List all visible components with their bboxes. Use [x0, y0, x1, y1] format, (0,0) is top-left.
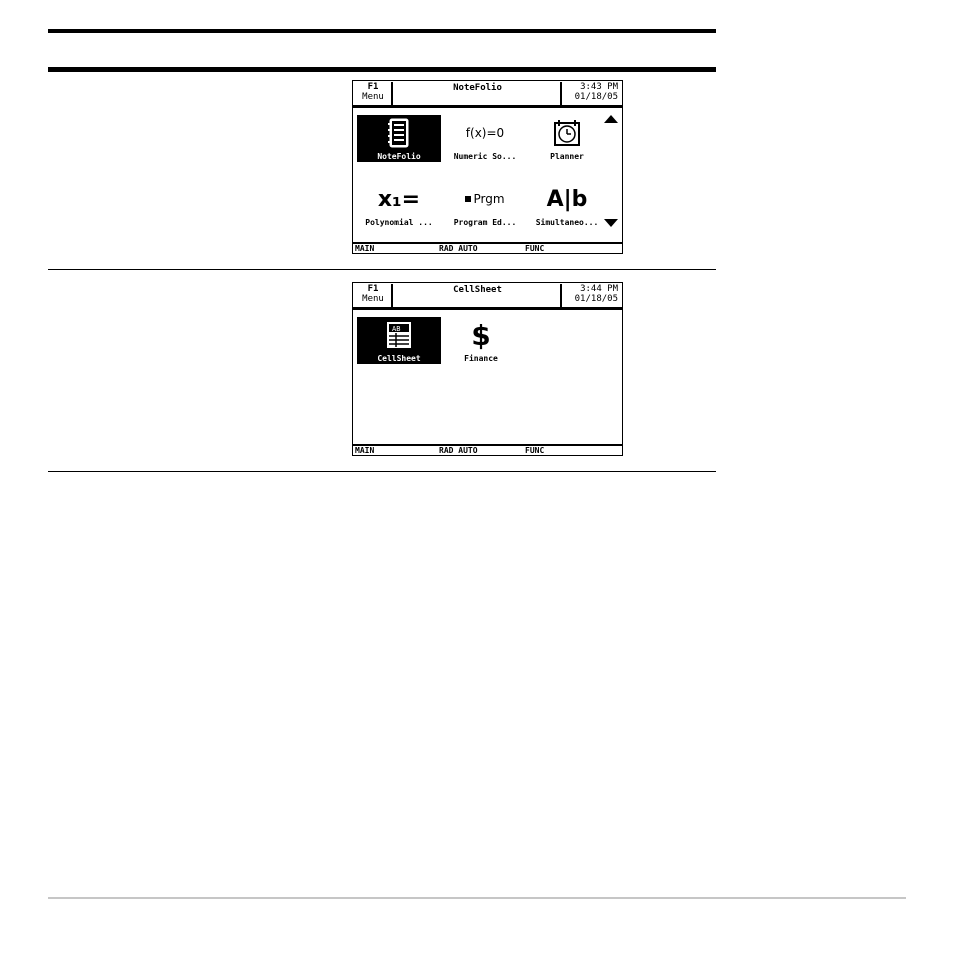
table-header-rule — [48, 67, 716, 72]
app-tile-notefolio[interactable]: NoteFolio — [357, 115, 441, 167]
app-tile-numeric-solver[interactable]: f(x)=0 Numeric So... — [443, 115, 527, 167]
f1-menu-key[interactable]: F1 Menu — [355, 284, 393, 308]
f1-menu-key[interactable]: F1 Menu — [355, 82, 393, 106]
screen-title: NoteFolio — [453, 83, 502, 93]
calculator-screen-apps-desktop: F1 Menu CellSheet 3:44 PM 01/18/05 AB Ce… — [352, 282, 623, 456]
table-bottom-rule — [48, 471, 716, 472]
notebook-icon — [357, 115, 441, 151]
screen-title-bar: F1 Menu CellSheet 3:44 PM 01/18/05 — [353, 283, 622, 310]
simultaneous-icon: A|b — [546, 186, 588, 212]
polynomial-icon: x₁= — [377, 186, 421, 212]
screen-title: CellSheet — [453, 285, 502, 295]
app-tile-simultaneous[interactable]: A|b Simultaneo... — [525, 181, 609, 233]
calculator-screen-apps-desktop: F1 Menu NoteFolio 3:43 PM 01/18/05 NoteF… — [352, 80, 623, 254]
dollar-icon: $ — [471, 318, 491, 352]
status-bar: MAIN RAD AUTO FUNC — [353, 444, 622, 455]
app-tile-program-editor[interactable]: Prgm Program Ed... — [443, 181, 527, 233]
svg-text:AB: AB — [392, 325, 400, 333]
app-tile-planner[interactable]: Planner — [525, 115, 609, 167]
status-bar: MAIN RAD AUTO FUNC — [353, 242, 622, 253]
planner-clock-icon — [525, 115, 609, 151]
screen-clock: 3:43 PM 01/18/05 — [560, 82, 620, 106]
table-row-divider — [48, 269, 716, 270]
scroll-up-arrow-icon[interactable] — [604, 115, 618, 123]
program-editor-icon: Prgm — [443, 181, 527, 217]
spreadsheet-icon: AB — [357, 317, 441, 353]
app-tile-cellsheet[interactable]: AB CellSheet — [357, 317, 441, 369]
screen-clock: 3:44 PM 01/18/05 — [560, 284, 620, 308]
app-tile-polynomial[interactable]: x₁= Polynomial ... — [357, 181, 441, 233]
app-tile-finance[interactable]: $ Finance — [439, 317, 523, 369]
page-footer-rule — [48, 897, 906, 899]
numeric-solver-icon: f(x)=0 — [465, 126, 505, 140]
screen-title-bar: F1 Menu NoteFolio 3:43 PM 01/18/05 — [353, 81, 622, 108]
scroll-down-arrow-icon[interactable] — [604, 219, 618, 227]
table-top-rule — [48, 29, 716, 33]
